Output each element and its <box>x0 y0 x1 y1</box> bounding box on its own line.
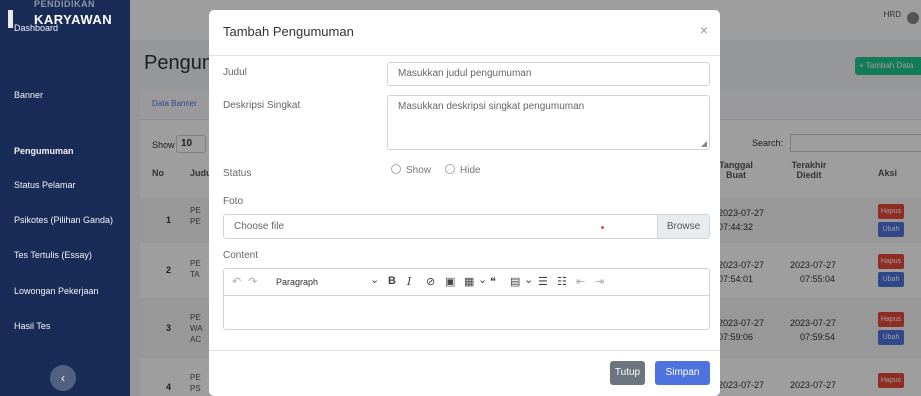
status-hide-option[interactable]: Hide <box>445 164 481 176</box>
modal-header: Tambah Pengumuman × <box>209 10 720 56</box>
image-icon[interactable]: ▣ <box>445 275 455 288</box>
chevron-down-icon[interactable]: ⌄ <box>478 273 487 286</box>
sidebar-item-pengumuman[interactable]: Pengumuman <box>14 146 74 156</box>
blockquote-icon[interactable]: ❝ <box>490 275 496 288</box>
deskripsi-textarea[interactable]: Masukkan deskripsi singkat pengumuman ◢ <box>387 95 710 150</box>
sidebar-item-banner[interactable]: Banner <box>14 90 43 100</box>
editor-toolbar: ↶ ↷ Paragraph ⌄ B I ⊘ ▣ ▦ ⌄ ❝ ▤ ⌄ ☰ ☷ ⇤ … <box>224 269 709 296</box>
link-icon[interactable]: ⊘ <box>426 275 435 288</box>
brand-logo-icon <box>8 10 13 28</box>
rich-text-editor: ↶ ↷ Paragraph ⌄ B I ⊘ ▣ ▦ ⌄ ❝ ▤ ⌄ ☰ ☷ ⇤ … <box>223 268 710 330</box>
chevron-down-icon[interactable]: ⌄ <box>524 273 533 286</box>
block-format-select[interactable]: Paragraph <box>276 277 318 287</box>
content-label: Content <box>223 250 259 261</box>
outdent-icon[interactable]: ⇤ <box>576 275 585 288</box>
deskripsi-label: Deskripsi Singkat <box>223 100 301 111</box>
modal-title: Tambah Pengumuman <box>223 24 354 39</box>
numbered-list-icon[interactable]: ☷ <box>557 275 567 288</box>
cursor-dot <box>601 226 604 229</box>
judul-input[interactable]: Masukkan judul pengumuman <box>387 62 710 86</box>
save-button[interactable]: Simpan <box>655 361 710 385</box>
brand-top-text: PENDIDIKAN <box>34 0 96 9</box>
close-icon[interactable]: × <box>700 22 708 38</box>
brand[interactable]: PENDIDIKAN KARYAWAN <box>0 0 130 40</box>
table-icon[interactable]: ▦ <box>464 275 474 288</box>
close-button[interactable]: Tutup <box>610 361 645 385</box>
media-icon[interactable]: ▤ <box>510 275 520 288</box>
redo-icon[interactable]: ↷ <box>248 275 257 288</box>
sidebar-item-psikotes[interactable]: Psikotes (Pilihan Ganda) <box>14 215 113 225</box>
resize-handle-icon[interactable]: ◢ <box>701 139 707 148</box>
indent-icon[interactable]: ⇥ <box>595 275 604 288</box>
undo-icon[interactable]: ↶ <box>232 275 241 288</box>
chevron-down-icon[interactable]: ⌄ <box>370 273 379 286</box>
foto-label: Foto <box>223 196 244 207</box>
sidebar-toggle-button[interactable]: ‹ <box>50 365 76 391</box>
file-placeholder: Choose file <box>234 221 285 232</box>
status-label: Status <box>223 168 252 179</box>
bold-icon[interactable]: B <box>388 275 396 287</box>
radio-icon[interactable] <box>445 164 455 174</box>
radio-label-show: Show <box>406 165 432 176</box>
status-show-option[interactable]: Show <box>391 164 431 176</box>
radio-icon[interactable] <box>391 164 401 174</box>
deskripsi-placeholder: Masukkan deskripsi singkat pengumuman <box>398 101 585 112</box>
sidebar-item-status-pelamar[interactable]: Status Pelamar <box>14 180 76 190</box>
judul-label: Judul <box>223 67 247 78</box>
modal-footer: Tutup Simpan <box>209 350 720 396</box>
browse-button[interactable]: Browse <box>657 215 709 238</box>
sidebar: PENDIDIKAN KARYAWAN Dashboard Banner Pen… <box>0 0 130 396</box>
bullet-list-icon[interactable]: ☰ <box>538 275 548 288</box>
sidebar-item-hasil-tes[interactable]: Hasil Tes <box>14 321 50 331</box>
italic-icon[interactable]: I <box>407 275 411 288</box>
sidebar-item-lowongan[interactable]: Lowongan Pekerjaan <box>14 286 99 296</box>
file-input[interactable]: Choose file Browse <box>223 214 710 239</box>
radio-label-hide: Hide <box>460 165 481 176</box>
sidebar-item-tes-tertulis[interactable]: Tes Tertulis (Essay) <box>14 250 92 260</box>
sidebar-item-dashboard[interactable]: Dashboard <box>14 23 58 33</box>
add-announcement-modal: Tambah Pengumuman × Judul Masukkan judul… <box>209 10 720 396</box>
editor-content-area[interactable] <box>224 297 709 329</box>
